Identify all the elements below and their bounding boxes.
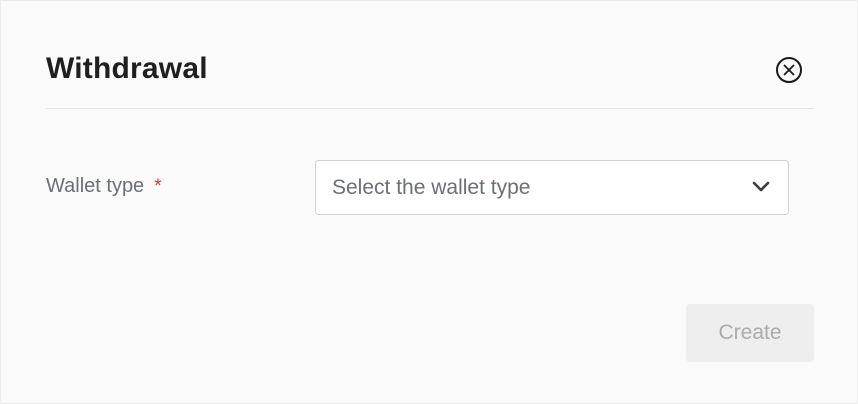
chevron-down-icon bbox=[752, 181, 770, 192]
wallet-type-placeholder: Select the wallet type bbox=[332, 176, 531, 199]
wallet-type-label: Wallet type * bbox=[46, 175, 162, 198]
wallet-type-label-text: Wallet type bbox=[46, 175, 145, 197]
required-marker: * bbox=[154, 176, 162, 197]
dialog-header: Withdrawal bbox=[46, 41, 813, 109]
close-button[interactable] bbox=[776, 57, 802, 83]
close-circle-icon bbox=[783, 64, 795, 76]
dialog-title: Withdrawal bbox=[46, 52, 208, 85]
wallet-type-select[interactable]: Select the wallet type bbox=[315, 160, 789, 215]
withdrawal-dialog: Withdrawal Wallet type * Select the walle… bbox=[0, 0, 858, 404]
create-button[interactable]: Create bbox=[686, 304, 814, 362]
